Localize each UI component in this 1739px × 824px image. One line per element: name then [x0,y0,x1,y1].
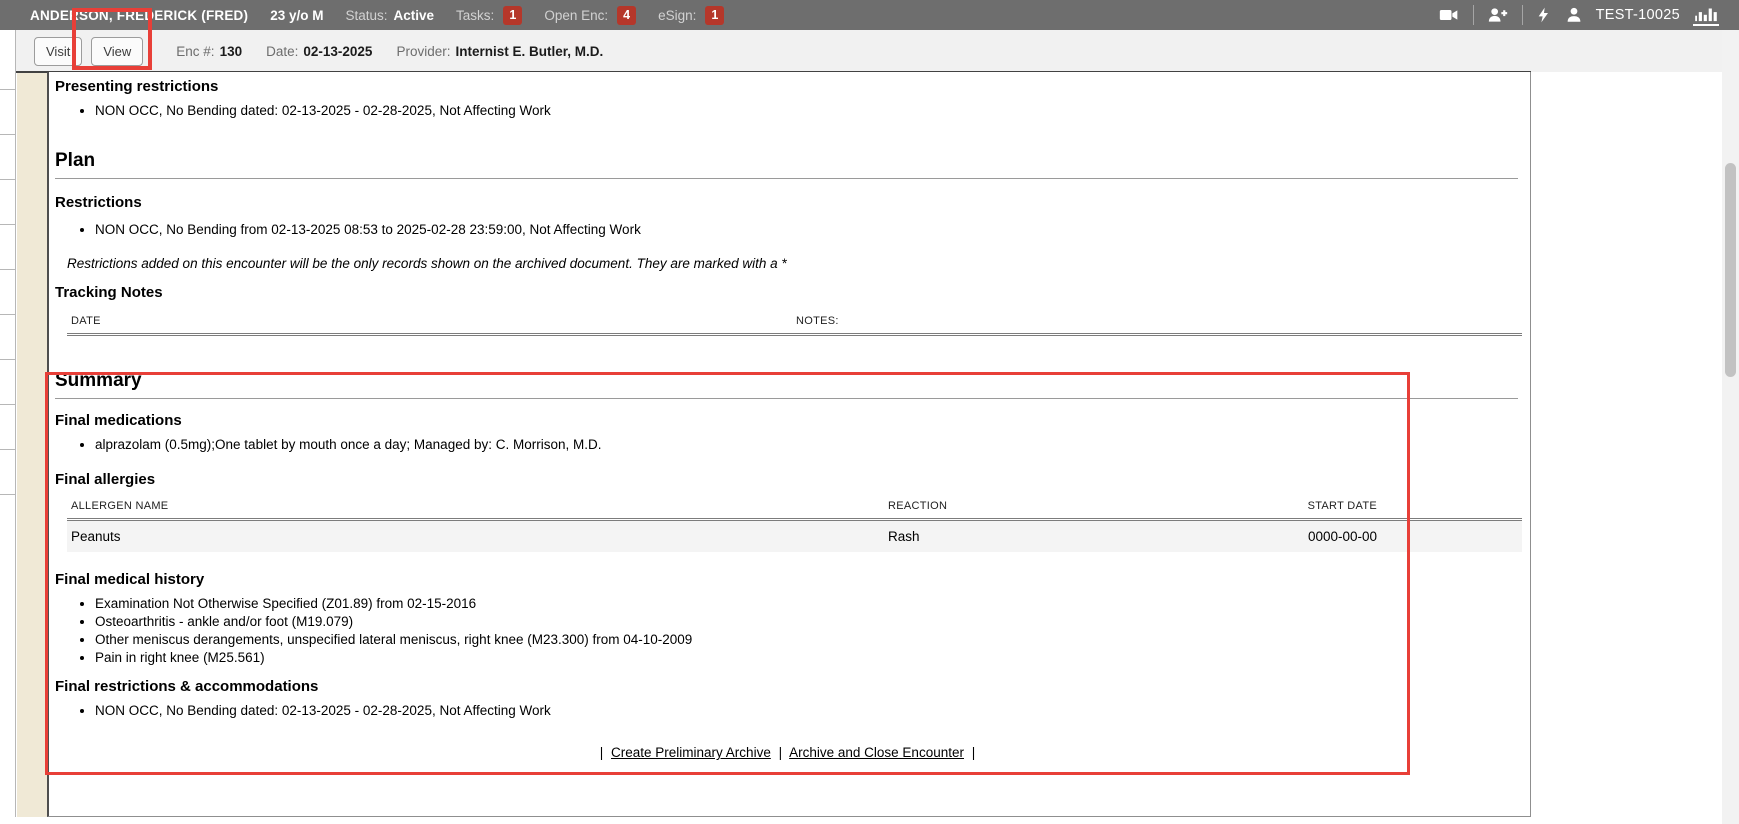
archive-actions: | Create Preliminary Archive | Archive a… [55,745,1520,760]
separator: | [600,745,604,760]
patient-name: ANDERSON, FREDERICK (FRED) [30,8,248,23]
esign-count-badge[interactable]: 1 [705,6,724,25]
document-left-gutter [17,72,47,817]
allergen-name-cell: Peanuts [71,529,888,544]
left-tab-cell[interactable] [0,360,15,405]
tracking-notes-table: DATE NOTES: [67,315,1522,336]
medication-item: alprazolam (0.5mg);One tablet by mouth o… [95,436,1520,454]
add-user-icon[interactable] [1487,5,1509,25]
left-tab-strip [0,30,16,817]
open-enc-count-badge[interactable]: 4 [617,6,636,25]
open-enc-label: Open Enc: [544,8,608,23]
history-item: Osteoarthritis - ankle and/or foot (M19.… [95,613,1520,631]
provider-label: Provider: [396,44,450,59]
create-preliminary-archive-link[interactable]: Create Preliminary Archive [611,745,771,760]
tracking-notes-header-row: DATE NOTES: [67,315,1522,336]
column-header-allergen-name: ALLERGEN NAME [71,500,888,512]
final-medications-list: alprazolam (0.5mg);One tablet by mouth o… [55,436,1520,454]
divider [55,398,1518,399]
restriction-item: NON OCC, No Bending dated: 02-13-2025 - … [95,702,1520,720]
final-medical-history-list: Examination Not Otherwise Specified (Z01… [55,595,1520,667]
presenting-restrictions-heading: Presenting restrictions [55,78,1520,95]
separator: | [972,745,976,760]
date-label: Date: [266,44,298,59]
encounter-toolbar: Visit View Enc #: 130 Date: 02-13-2025 P… [16,30,1739,72]
allergies-header-row: ALLERGEN NAME REACTION START DATE [67,500,1522,521]
left-tab-cell[interactable] [0,90,15,135]
tasks-label: Tasks: [456,8,494,23]
restrictions-note: Restrictions added on this encounter wil… [55,256,1520,271]
reaction-cell: Rash [888,529,1122,544]
final-restrictions-heading: Final restrictions & accommodations [55,678,1520,695]
start-date-cell: 0000-00-00 [1122,529,1522,544]
restriction-item: NON OCC, No Bending from 02-13-2025 08:5… [95,221,1520,239]
column-header-date: DATE [71,315,796,327]
restrictions-list: NON OCC, No Bending from 02-13-2025 08:5… [55,221,1520,239]
final-medications-heading: Final medications [55,412,1520,429]
encounter-document-pane: Presenting restrictions NON OCC, No Bend… [47,72,1531,817]
archive-and-close-encounter-link[interactable]: Archive and Close Encounter [789,745,964,760]
left-tab-cell[interactable] [0,225,15,270]
final-allergies-heading: Final allergies [55,471,1520,488]
user-icon[interactable] [1565,5,1583,25]
status-value: Active [394,8,435,23]
summary-heading: Summary [55,370,1520,392]
final-allergies-table: ALLERGEN NAME REACTION START DATE Peanut… [67,500,1522,552]
left-tab-cell[interactable] [0,315,15,360]
bar-chart-icon[interactable] [1693,4,1719,26]
final-medical-history-heading: Final medical history [55,571,1520,588]
column-header-notes: NOTES: [796,315,1522,327]
divider [1522,5,1523,25]
left-tab-cell[interactable] [0,30,15,90]
left-tab-cell[interactable] [0,450,15,495]
video-camera-icon[interactable] [1438,5,1460,25]
column-header-reaction: REACTION [888,500,1122,512]
plan-heading: Plan [55,150,1520,172]
restrictions-heading: Restrictions [55,194,1520,211]
lightning-icon[interactable] [1536,5,1552,25]
restriction-item: NON OCC, No Bending dated: 02-13-2025 - … [95,102,1520,120]
vertical-scrollbar[interactable] [1722,30,1739,824]
left-tab-cell[interactable] [0,135,15,180]
history-item: Pain in right knee (M25.561) [95,649,1520,667]
final-restrictions-list: NON OCC, No Bending dated: 02-13-2025 - … [55,702,1520,720]
status-label: Status: [345,8,387,23]
presenting-restrictions-list: NON OCC, No Bending dated: 02-13-2025 - … [55,102,1520,120]
separator: | [779,745,783,760]
visit-tab[interactable]: Visit [34,37,82,66]
patient-age-sex: 23 y/o M [270,8,323,23]
left-tab-cell[interactable] [0,270,15,315]
divider [1473,5,1474,25]
allergy-table-row: Peanuts Rash 0000-00-00 [67,521,1522,552]
divider [55,178,1518,179]
view-tab[interactable]: View [91,37,143,66]
history-item: Other meniscus derangements, unspecified… [95,631,1520,649]
left-tab-cell[interactable] [0,405,15,450]
esign-label: eSign: [658,8,696,23]
scrollbar-thumb[interactable] [1725,163,1736,377]
left-tab-cell[interactable] [0,180,15,225]
history-item: Examination Not Otherwise Specified (Z01… [95,595,1520,613]
enc-number-label: Enc #: [176,44,214,59]
date-value: 02-13-2025 [303,44,372,59]
tasks-count-badge[interactable]: 1 [503,6,522,25]
column-header-start-date: START DATE [1122,500,1522,512]
user-id[interactable]: TEST-10025 [1596,7,1680,23]
patient-header-bar: ANDERSON, FREDERICK (FRED) 23 y/o M Stat… [0,0,1739,30]
provider-value: Internist E. Butler, M.D. [455,44,603,59]
enc-number-value: 130 [220,44,243,59]
tracking-notes-heading: Tracking Notes [55,284,1520,301]
